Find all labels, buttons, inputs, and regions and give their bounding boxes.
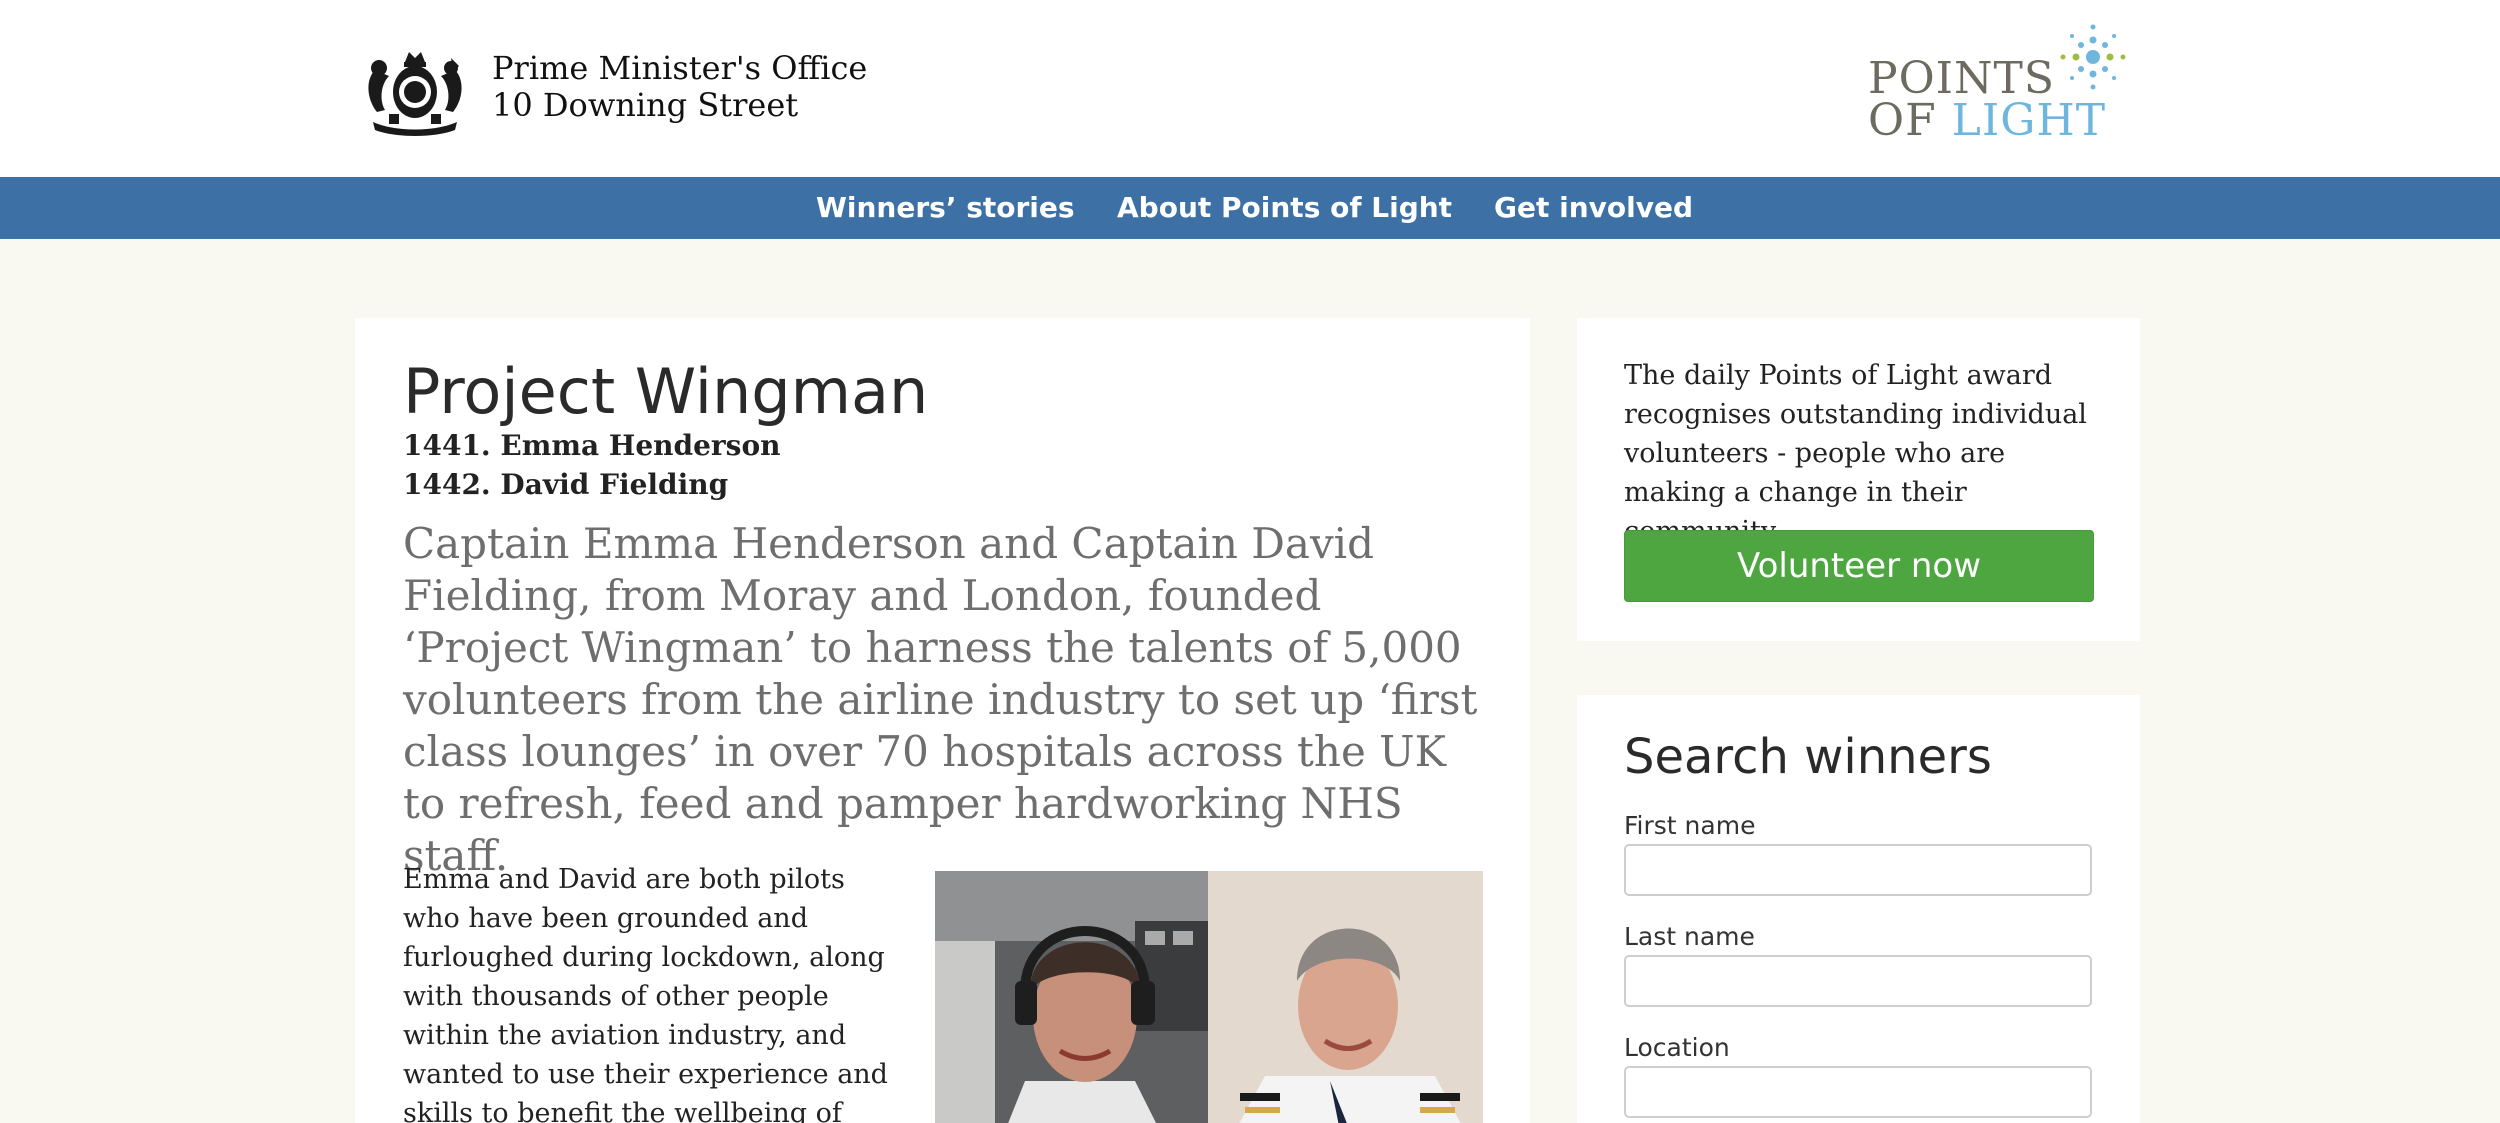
nav-winners-stories[interactable]: Winners’ stories — [816, 191, 1075, 224]
nav-about-points-of-light[interactable]: About Points of Light — [1117, 191, 1452, 224]
last-name-input[interactable] — [1624, 955, 2092, 1007]
first-name-label: First name — [1624, 811, 1756, 840]
last-name-label: Last name — [1624, 922, 1755, 951]
first-name-input[interactable] — [1624, 844, 2092, 896]
article-body: Emma and David are both pilots who have … — [403, 864, 888, 1123]
nav-get-involved[interactable]: Get involved — [1494, 191, 1693, 224]
office-line-1: Prime Minister's Office — [492, 49, 868, 87]
winner-list: 1441. Emma Henderson 1442. David Fieldin… — [403, 426, 780, 504]
location-input[interactable] — [1624, 1066, 2092, 1118]
award-info-card: The daily Points of Light award recognis… — [1577, 318, 2140, 641]
points-of-light-logo[interactable]: POINTS OF LIGHT — [1868, 22, 2143, 147]
article-lead: Captain Emma Henderson and Captain David… — [403, 519, 1478, 880]
winner-item: 1442. David Fielding — [403, 468, 729, 501]
winner-item: 1441. Emma Henderson — [403, 429, 781, 462]
office-line-2: 10 Downing Street — [492, 86, 799, 124]
article-card: Project Wingman 1441. Emma Henderson 144… — [355, 318, 1530, 1123]
volunteer-now-button[interactable]: Volunteer now — [1624, 530, 2094, 602]
award-description: The daily Points of Light award recognis… — [1624, 360, 2087, 547]
star-burst-icon — [2060, 24, 2126, 90]
winners-photo — [935, 871, 1483, 1123]
royal-coat-of-arms-icon — [368, 52, 462, 136]
search-winners-card: Search winners First name Last name Loca… — [1577, 695, 2140, 1123]
search-winners-title: Search winners — [1624, 729, 1992, 785]
site-header: Prime Minister's Office 10 Downing Stree… — [0, 0, 2500, 177]
main-nav: Winners’ stories About Points of Light G… — [0, 177, 2500, 239]
office-name: Prime Minister's Office 10 Downing Stree… — [492, 50, 867, 124]
logo-of: OF — [1868, 95, 1937, 146]
page-title: Project Wingman — [403, 355, 929, 428]
location-label: Location — [1624, 1033, 1730, 1062]
